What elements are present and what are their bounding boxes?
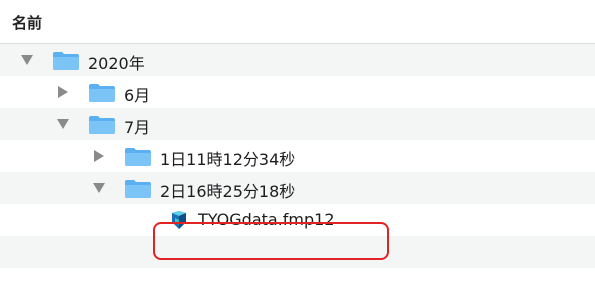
- folder-icon: [52, 51, 80, 71]
- folder-label: 2日16時25分18秒: [160, 182, 296, 201]
- disclosure-open-icon[interactable]: [20, 54, 34, 66]
- empty-row: [0, 236, 595, 268]
- name-column-label[interactable]: 名前: [12, 12, 42, 33]
- file-label: TYOGdata.fmp12: [198, 210, 335, 229]
- column-header[interactable]: 名前: [0, 0, 595, 44]
- folder-icon: [124, 147, 152, 167]
- disclosure-closed-icon[interactable]: [92, 150, 106, 162]
- file-list: 2020年 6月 7月 1日11時12分34秒 2日16時25分18秒 TYOG…: [0, 44, 595, 268]
- folder-label: 2020年: [88, 54, 145, 73]
- folder-label: 1日11時12分34秒: [160, 150, 296, 169]
- list-item[interactable]: 2日16時25分18秒: [0, 172, 595, 204]
- folder-icon: [124, 179, 152, 199]
- list-item[interactable]: 7月: [0, 108, 595, 140]
- list-item[interactable]: 6月: [0, 76, 595, 108]
- filemaker-file-icon: [170, 210, 188, 230]
- folder-icon: [88, 115, 116, 135]
- finder-list-view: 名前 2020年 6月 7月 1日11時12分34秒 2日16時25分18秒 T…: [0, 0, 595, 282]
- folder-label: 7月: [124, 118, 151, 137]
- disclosure-open-icon[interactable]: [92, 182, 106, 194]
- folder-label: 6月: [124, 86, 151, 105]
- list-item[interactable]: TYOGdata.fmp12: [0, 204, 595, 236]
- folder-icon: [88, 83, 116, 103]
- disclosure-closed-icon[interactable]: [56, 86, 70, 98]
- disclosure-open-icon[interactable]: [56, 118, 70, 130]
- list-item[interactable]: 2020年: [0, 44, 595, 76]
- list-item[interactable]: 1日11時12分34秒: [0, 140, 595, 172]
